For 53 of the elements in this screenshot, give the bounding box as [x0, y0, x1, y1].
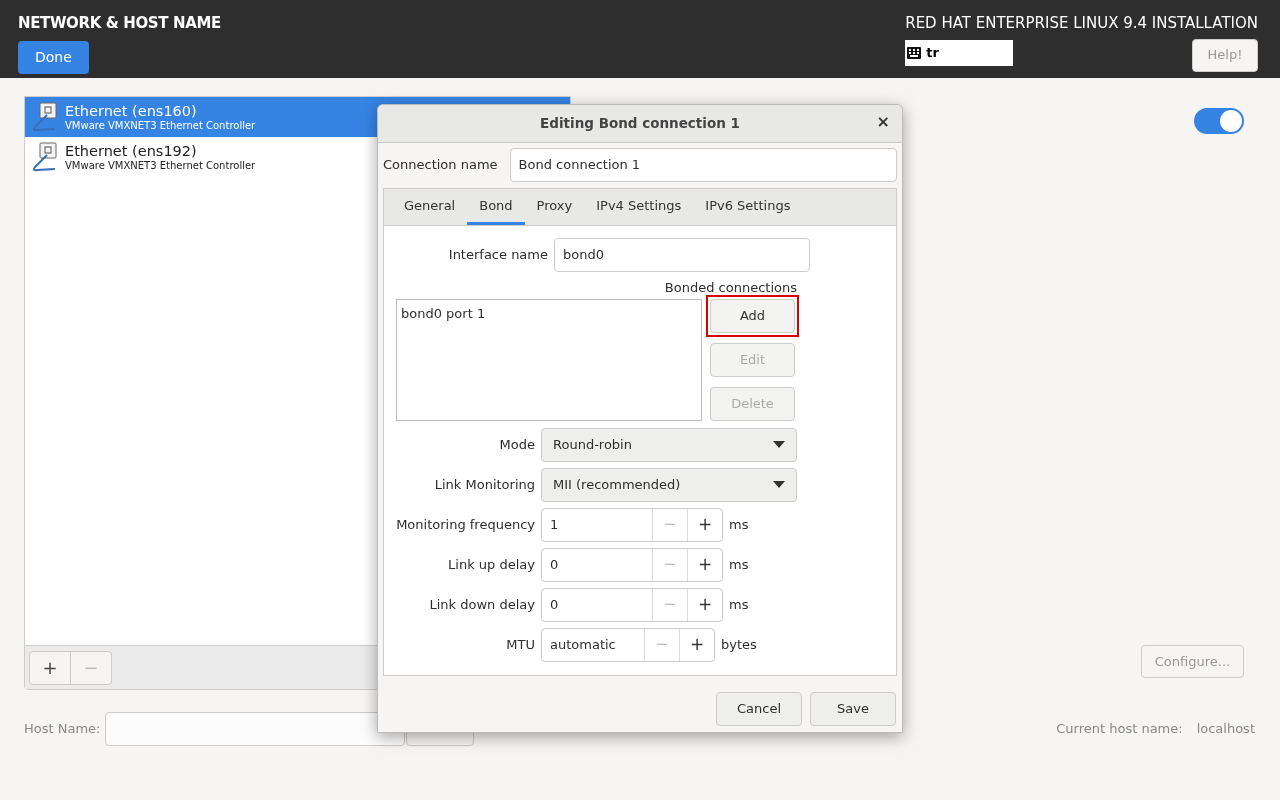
spin-field[interactable]: automatic − + — [541, 627, 715, 662]
keyboard-layout-label: tr — [926, 44, 939, 63]
connection-name-field[interactable]: Bond connection 1 — [509, 148, 897, 182]
close-button[interactable]: × — [876, 114, 890, 130]
spin-field[interactable]: 1 − + — [541, 507, 723, 542]
device-description: VMware VMXNET3 Ethernet Controller — [65, 159, 256, 173]
unit-label: ms — [729, 515, 749, 534]
device-description: VMware VMXNET3 Ethernet Controller — [65, 119, 256, 133]
field-label: Link Monitoring — [433, 475, 535, 494]
current-host-name-label: Current host name: — [1056, 720, 1183, 739]
keyboard-layout-indicator[interactable]: tr — [905, 40, 1014, 66]
tab[interactable]: General — [392, 189, 468, 225]
bonded-connection-item[interactable]: bond0 port 1 — [401, 303, 697, 323]
increment-button[interactable]: + — [687, 548, 722, 581]
field-label: Monitoring frequency — [396, 515, 535, 534]
connection-name-label: Connection name — [383, 156, 498, 175]
dropdown[interactable]: MII (recommended) — [541, 467, 797, 502]
current-host-name: localhost — [1196, 720, 1255, 739]
done-button[interactable]: Done — [18, 40, 89, 74]
unit-label: ms — [729, 555, 749, 574]
device-toggle[interactable] — [1194, 108, 1244, 134]
interface-name-label: Interface name — [447, 246, 548, 265]
caret-icon — [773, 481, 785, 488]
tab[interactable]: IPv4 Settings — [584, 189, 694, 225]
spin-field[interactable]: 0 − + — [541, 587, 723, 622]
bonded-action-button[interactable]: Add — [710, 298, 795, 333]
tab[interactable]: IPv6 Settings — [693, 189, 803, 225]
field-label: MTU — [505, 635, 535, 654]
increment-button[interactable]: + — [687, 588, 722, 621]
device-name: Ethernet (ens160) — [65, 101, 198, 120]
unit-label: ms — [729, 595, 749, 614]
keyboard-icon — [907, 47, 922, 59]
field-label: Link up delay — [447, 555, 535, 574]
spin-field[interactable]: 0 − + — [541, 547, 723, 582]
field-label: Link down delay — [428, 595, 535, 614]
interface-name-field[interactable]: bond0 — [554, 238, 810, 272]
increment-button[interactable]: + — [687, 508, 722, 541]
unit-label: bytes — [721, 635, 757, 654]
increment-button[interactable]: + — [679, 628, 714, 661]
page-title: NETWORK & HOST NAME — [18, 13, 221, 34]
host-name-label: Host Name: — [24, 720, 101, 739]
product-title: RED HAT ENTERPRISE LINUX 9.4 INSTALLATION — [905, 13, 1258, 34]
host-name-field[interactable] — [105, 712, 406, 746]
tab[interactable]: Proxy — [524, 189, 585, 225]
device-name: Ethernet (ens192) — [65, 141, 198, 160]
field-label: Mode — [498, 435, 535, 454]
tab[interactable]: Bond — [467, 189, 525, 225]
dropdown[interactable]: Round-robin — [541, 427, 797, 462]
bonded-connections-label: Bonded connections — [664, 279, 797, 297]
add-device-button[interactable]: + — [29, 650, 71, 685]
cancel-button[interactable]: Cancel — [716, 692, 802, 726]
caret-icon — [773, 441, 785, 448]
save-button[interactable]: Save — [810, 692, 896, 726]
